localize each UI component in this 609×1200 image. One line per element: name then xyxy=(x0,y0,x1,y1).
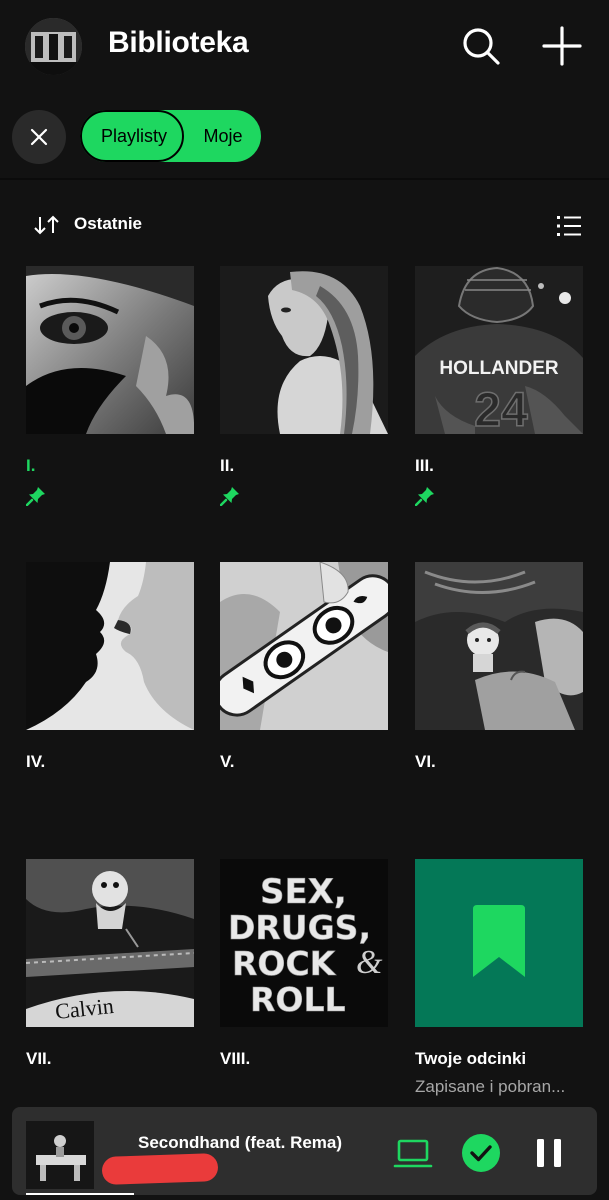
playlist-title: I. xyxy=(26,456,36,475)
list-view-icon[interactable] xyxy=(556,213,582,239)
jersey-name: HOLLANDER xyxy=(439,358,559,379)
filter-chip-group: Playlisty Moje xyxy=(80,110,261,162)
track-artist-redacted xyxy=(101,1152,219,1186)
chip-playlisty[interactable]: Playlisty xyxy=(80,110,184,162)
playlist-cover: SEX, DRUGS, ROCK ROLL & xyxy=(220,859,388,1027)
pin-icon xyxy=(219,487,239,507)
chip-moje[interactable]: Moje xyxy=(190,110,256,162)
playlist-card-ii[interactable]: II. xyxy=(219,266,388,511)
playlist-card-vii[interactable]: Calvin VII. xyxy=(26,859,194,1069)
playlist-title: IV. xyxy=(26,752,46,771)
pause-icon[interactable] xyxy=(528,1132,570,1174)
bookmark-icon xyxy=(415,859,583,1027)
playback-progress xyxy=(26,1193,134,1195)
filter-chips: Playlisty Moje xyxy=(0,108,609,166)
saved-episodes-cover xyxy=(415,859,583,1027)
jersey-number: 24 xyxy=(474,384,528,434)
cover-line-3: ROCK xyxy=(232,944,337,983)
playlist-title: III. xyxy=(415,456,434,475)
pin-icon xyxy=(414,487,434,507)
playlist-title: VII. xyxy=(26,1049,52,1068)
playlist-card-iv[interactable]: IV. xyxy=(26,562,194,772)
sort-label[interactable]: Ostatnie xyxy=(74,214,142,234)
sort-bar: Ostatnie xyxy=(0,205,609,245)
playlist-title: VIII. xyxy=(220,1049,251,1068)
now-playing-artwork xyxy=(26,1121,94,1189)
header: Biblioteka xyxy=(0,0,609,95)
playlist-cover xyxy=(26,266,194,434)
avatar-image xyxy=(25,18,82,75)
playlist-title: II. xyxy=(220,456,235,475)
page-title: Biblioteka xyxy=(108,26,249,59)
cover-line-4: ROLL xyxy=(250,980,346,1019)
playlist-cover xyxy=(415,562,583,730)
cover-line-2: DRUGS, xyxy=(228,908,371,947)
pin-icon xyxy=(25,487,45,507)
device-laptop-icon[interactable] xyxy=(392,1132,434,1174)
playlist-card-v[interactable]: V. xyxy=(220,562,388,772)
playlist-cover xyxy=(26,562,194,730)
playlist-cover xyxy=(220,266,388,434)
mini-player[interactable]: Secondhand (feat. Rema) xyxy=(12,1107,597,1195)
playlist-title: VI. xyxy=(415,752,436,771)
sort-arrows-icon[interactable] xyxy=(32,214,62,236)
search-icon[interactable] xyxy=(460,25,502,67)
cover-line-1: SEX, xyxy=(260,872,347,912)
header-divider xyxy=(0,178,609,180)
profile-avatar[interactable] xyxy=(25,18,82,75)
playlist-cover: Calvin xyxy=(26,859,194,1027)
playlist-card-i[interactable]: I. xyxy=(25,266,194,511)
saved-episodes-card[interactable]: Twoje odcinki Zapisane i pobran... xyxy=(415,859,583,1097)
playlist-cover xyxy=(220,562,388,730)
playlist-title: Twoje odcinki xyxy=(415,1049,527,1068)
close-icon xyxy=(30,128,48,146)
clear-filters-button[interactable] xyxy=(12,110,66,164)
playlist-cover: HOLLANDER 24 xyxy=(415,266,583,434)
check-circle-icon[interactable] xyxy=(460,1132,502,1174)
plus-icon[interactable] xyxy=(541,25,583,67)
playlist-title: V. xyxy=(220,752,235,771)
track-title: Secondhand (feat. Rema) xyxy=(138,1133,343,1152)
playlist-card-iii[interactable]: HOLLANDER 24 III. xyxy=(414,266,583,511)
playlist-card-vi[interactable]: VI. xyxy=(415,562,583,772)
cover-ampersand: & xyxy=(356,944,383,981)
playlist-card-viii[interactable]: SEX, DRUGS, ROCK ROLL & VIII. xyxy=(220,859,388,1069)
playlist-subtitle: Zapisane i pobran... xyxy=(415,1077,566,1096)
